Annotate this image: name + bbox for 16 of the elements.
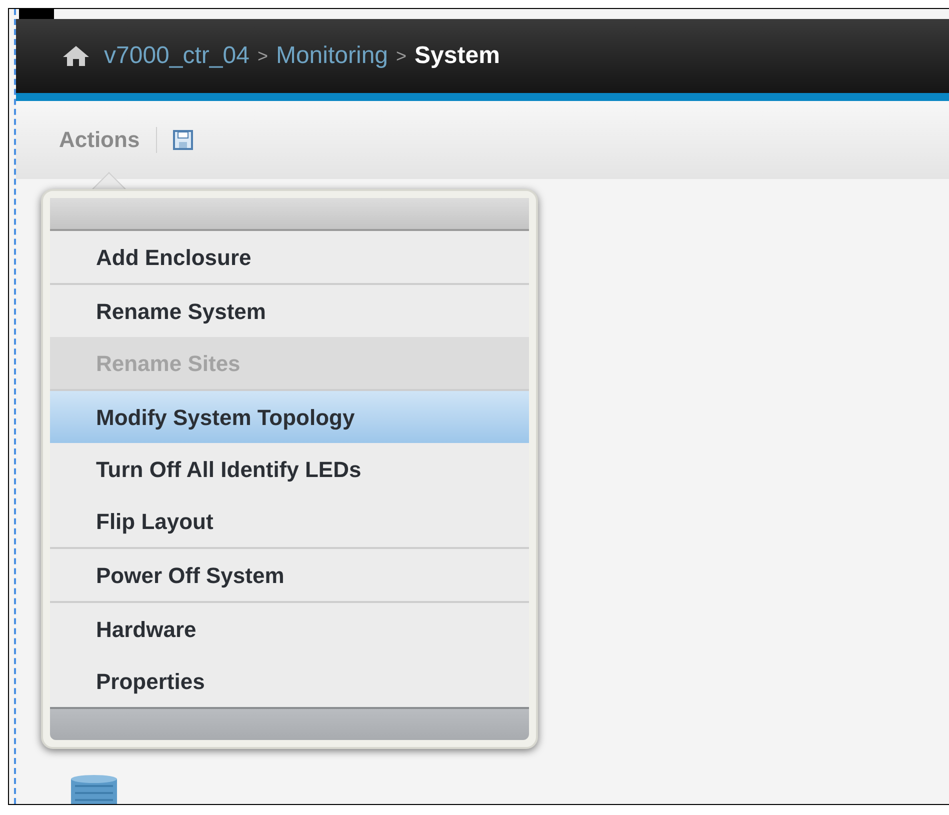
breadcrumb-separator: > [257, 44, 268, 68]
menu-item[interactable]: Hardware [50, 603, 529, 655]
menu-item[interactable]: Flip Layout [50, 495, 529, 547]
breadcrumb-link[interactable]: Monitoring [276, 38, 388, 74]
menu-item[interactable]: Properties [50, 655, 529, 707]
breadcrumb-separator: > [396, 44, 407, 68]
menu-item[interactable]: Power Off System [50, 549, 529, 601]
menu-item[interactable]: Modify System Topology [50, 391, 529, 443]
storage-icon [69, 775, 119, 804]
breadcrumb-link[interactable]: v7000_ctr_04 [104, 38, 250, 74]
menu-item[interactable]: Turn Off All Identify LEDs [50, 443, 529, 495]
menu-item[interactable]: Add Enclosure [50, 231, 529, 283]
save-icon[interactable] [172, 130, 193, 150]
home-icon[interactable] [62, 44, 90, 68]
menu-item[interactable]: Rename System [50, 285, 529, 337]
breadcrumb-current: System [414, 41, 500, 71]
